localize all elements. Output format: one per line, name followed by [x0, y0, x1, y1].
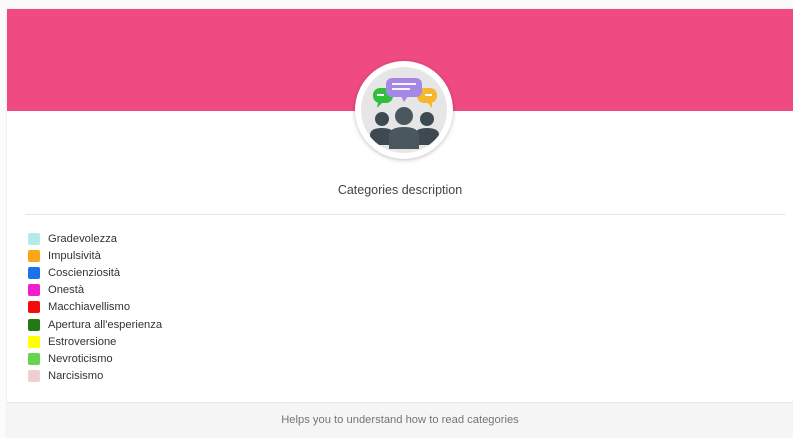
page: Categories description Gradevolezza Impu… — [0, 0, 793, 438]
legend-item-estroversione: Estroversione — [28, 333, 162, 350]
legend-item-coscienziosita: Coscienziosità — [28, 264, 162, 281]
legend-swatch — [28, 352, 40, 365]
legend-swatch — [28, 370, 40, 383]
legend-swatch — [28, 249, 40, 262]
legend-swatch — [28, 301, 40, 314]
legend-item-onesta: Onestà — [28, 282, 162, 299]
categories-card: Categories description Gradevolezza Impu… — [7, 9, 793, 438]
legend-swatch — [28, 266, 40, 279]
legend-item-narcisismo: Narcisismo — [28, 368, 162, 385]
card-avatar — [355, 61, 453, 159]
card-title: Categories description — [337, 183, 463, 197]
legend-label: Apertura all'esperienza — [48, 318, 163, 331]
card-divider — [25, 214, 785, 215]
legend-swatch — [28, 318, 40, 331]
legend-label: Gradevolezza — [48, 232, 118, 245]
legend-item-macchiavellismo: Macchiavellismo — [28, 299, 162, 316]
legend-item-impulsivita: Impulsività — [28, 247, 162, 264]
legend-item-nevroticismo: Nevroticismo — [28, 350, 162, 367]
legend-label: Estroversione — [48, 335, 117, 348]
legend-item-apertura: Apertura all'esperienza — [28, 316, 162, 333]
group-chat-icon-svg — [370, 78, 439, 149]
card-footer: Helps you to understand how to read cate… — [7, 402, 793, 438]
legend-swatch — [28, 335, 40, 348]
legend-label: Coscienziosità — [48, 266, 121, 279]
page-margin-left — [0, 0, 7, 437]
legend-label: Nevroticismo — [48, 352, 113, 365]
legend-label: Narcisismo — [48, 370, 104, 383]
legend-label: Impulsività — [48, 249, 101, 262]
group-chat-icon — [361, 67, 447, 153]
footer-text: Helps you to understand how to read cate… — [281, 414, 519, 426]
legend-label: Macchiavellismo — [48, 301, 131, 314]
legend-label: Onestà — [48, 284, 85, 297]
page-margin-top — [0, 0, 793, 9]
categories-legend: Gradevolezza Impulsività Coscienziosità … — [28, 230, 162, 385]
legend-swatch — [28, 284, 40, 297]
legend-swatch — [28, 232, 40, 245]
legend-item-gradevolezza: Gradevolezza — [28, 230, 162, 247]
